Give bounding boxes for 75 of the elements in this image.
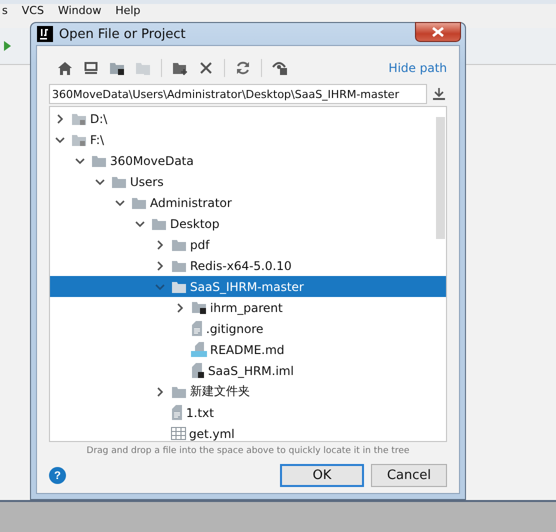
tree-item-label: 新建文件夹 xyxy=(190,383,250,400)
tree-row[interactable]: README.md xyxy=(50,339,446,360)
dialog-title: Open File or Project xyxy=(59,26,186,42)
tree-item-label: Users xyxy=(130,174,164,188)
download-icon[interactable] xyxy=(433,88,445,100)
tree-row[interactable]: .gitignore xyxy=(50,318,446,339)
module-folder-icon xyxy=(191,300,207,315)
tree-row[interactable]: SaaS_IHRM-master xyxy=(50,276,446,297)
tree-row[interactable]: 360MoveData xyxy=(50,150,446,171)
tree-row[interactable]: D:\ xyxy=(50,108,446,129)
chevron-right-icon[interactable] xyxy=(155,260,165,270)
table-file-icon xyxy=(171,427,186,440)
tree-item-label: get.yml xyxy=(189,426,235,440)
chevron-down-icon[interactable] xyxy=(75,156,85,166)
tree-row[interactable]: Desktop xyxy=(50,213,446,234)
tree-row[interactable]: SaaS_HRM.iml xyxy=(50,360,446,381)
dialog-button[interactable]: OK xyxy=(280,464,364,487)
tree-item-label: F:\ xyxy=(90,132,104,146)
run-icon[interactable] xyxy=(2,40,12,52)
folder-icon xyxy=(171,384,187,398)
menu-item[interactable]: s xyxy=(0,4,10,18)
tree-item-label: D:\ xyxy=(90,112,108,126)
tree-item-label: README.md xyxy=(210,342,284,356)
folder-icon xyxy=(171,280,187,294)
close-icon[interactable] xyxy=(431,27,445,37)
tree-item-label: ihrm_parent xyxy=(210,300,283,314)
chevron-down-icon[interactable] xyxy=(135,218,145,228)
menu-item[interactable]: Help xyxy=(113,4,142,18)
menu-item[interactable]: VCS xyxy=(20,4,46,18)
drive-icon xyxy=(71,132,87,146)
chevron-down-icon[interactable] xyxy=(95,176,105,186)
folder-icon xyxy=(151,216,167,230)
chevron-right-icon[interactable] xyxy=(175,302,185,312)
markdown-file-icon xyxy=(191,342,207,357)
folder-icon xyxy=(131,196,147,210)
folder-icon xyxy=(171,258,187,272)
app-logo-icon xyxy=(37,26,53,42)
drive-icon xyxy=(71,112,87,126)
folder-icon xyxy=(171,238,187,252)
tree-item-label: 1.txt xyxy=(186,406,214,420)
scrollbar[interactable] xyxy=(436,117,445,239)
chevron-down-icon[interactable] xyxy=(55,134,65,144)
folder-icon xyxy=(111,174,127,188)
path-field[interactable]: 360MoveData\Users\Administrator\Desktop\SaaS_IHRM-master xyxy=(49,84,427,104)
menu-item[interactable]: Window xyxy=(56,4,104,18)
help-button[interactable]: ? xyxy=(49,467,66,484)
tree-item-label: Redis-x64-5.0.10 xyxy=(190,258,292,272)
tree-row[interactable]: pdf xyxy=(50,234,446,255)
drag-drop-hint: Drag and drop a file into the space above to quickly locate it in the tree xyxy=(86,446,410,456)
tree-row[interactable]: get.yml xyxy=(50,423,446,441)
text-file-icon xyxy=(191,321,203,336)
chevron-down-icon[interactable] xyxy=(115,198,125,208)
tree-item-label: 360MoveData xyxy=(110,154,194,168)
tree-item-label: SaaS_IHRM-master xyxy=(190,280,304,294)
tree-row[interactable]: 新建文件夹 xyxy=(50,381,446,402)
text-file-icon xyxy=(171,405,183,420)
tree-row[interactable]: Users xyxy=(50,171,446,192)
tree-row[interactable]: 1.txt xyxy=(50,402,446,423)
tree-item-label: Desktop xyxy=(170,216,220,230)
chevron-right-icon[interactable] xyxy=(155,240,165,250)
dialog-button[interactable]: Cancel xyxy=(371,464,447,487)
folder-icon xyxy=(91,154,107,168)
chevron-right-icon[interactable] xyxy=(55,114,65,124)
tree-row[interactable]: ihrm_parent xyxy=(50,297,446,318)
tree-row[interactable]: Administrator xyxy=(50,192,446,213)
chevron-right-icon[interactable] xyxy=(155,386,165,396)
tree-row[interactable]: F:\ xyxy=(50,129,446,150)
tree-item-label: SaaS_HRM.iml xyxy=(208,364,294,378)
tree-item-label: pdf xyxy=(190,238,210,252)
tree-item-label: .gitignore xyxy=(206,322,264,336)
tree-item-label: Administrator xyxy=(150,196,232,210)
module-file-icon xyxy=(191,363,205,378)
tree-row[interactable]: Redis-x64-5.0.10 xyxy=(50,255,446,276)
hide-path-link[interactable]: Hide path xyxy=(388,61,447,75)
close-button[interactable] xyxy=(415,22,461,42)
